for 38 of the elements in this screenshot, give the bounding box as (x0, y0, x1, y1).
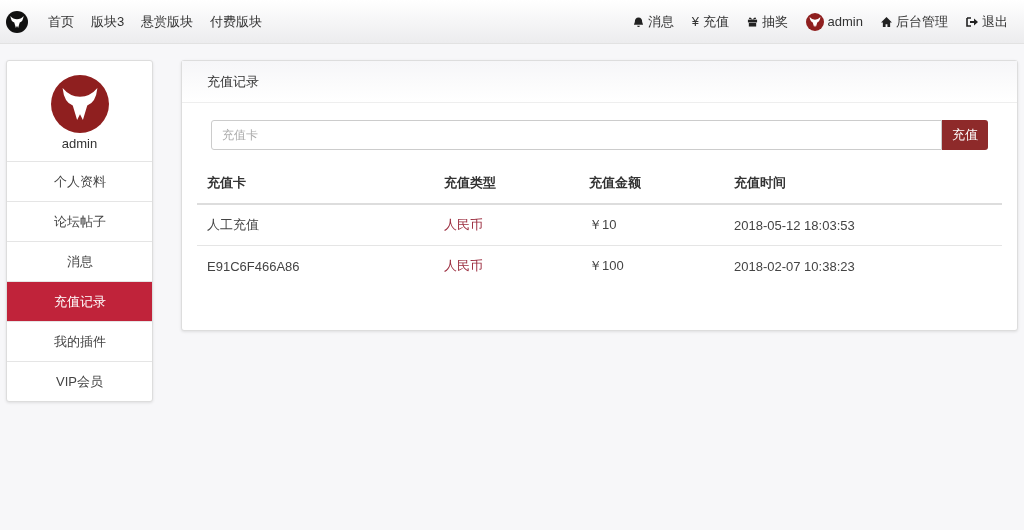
nav-link[interactable]: 消息 (632, 12, 674, 31)
column-header: 充值卡 (197, 163, 434, 204)
nav-link[interactable]: admin (805, 12, 863, 31)
nav-link[interactable]: 抽奖 (746, 12, 788, 31)
column-header: 充值金额 (579, 163, 724, 204)
logout-icon (966, 16, 978, 27)
sidebar-item[interactable]: 我的插件 (7, 321, 152, 361)
table-cell: ￥10 (579, 204, 724, 246)
sidebar-item[interactable]: 论坛帖子 (7, 201, 152, 241)
panel-title: 充值记录 (207, 72, 259, 91)
table-cell: 2018-05-12 18:03:53 (724, 204, 1002, 246)
nav-link[interactable]: 退出 (966, 12, 1008, 31)
nav-link[interactable]: 首页 (48, 12, 74, 31)
table-cell: 人工充值 (197, 204, 434, 246)
sidebar-item[interactable]: 充值记录 (7, 281, 152, 321)
home-icon (881, 16, 892, 27)
table-cell: 人民币 (434, 245, 579, 286)
table-cell: E91C6F466A86 (197, 245, 434, 286)
gift-icon (746, 16, 758, 27)
nav-link[interactable]: 后台管理 (881, 12, 948, 31)
recharge-button[interactable]: 充值 (942, 120, 988, 150)
nav-link[interactable]: 付费版块 (210, 12, 263, 31)
search-field[interactable]: 充值卡 (211, 120, 942, 150)
column-header: 充值时间 (724, 163, 1002, 204)
table-cell: 2018-02-07 10:38:23 (724, 245, 1002, 286)
bull-logo-icon (6, 10, 28, 33)
nav-link[interactable]: 悬赏版块 (141, 12, 194, 31)
table-cell: 人民币 (434, 204, 579, 246)
bell-icon (632, 15, 644, 28)
table-cell: ￥100 (579, 245, 724, 286)
sidebar-item[interactable]: VIP会员 (7, 361, 152, 401)
nav-link[interactable]: 版块3 (91, 12, 125, 31)
bull-logo-icon (805, 12, 824, 31)
username: admin (61, 136, 98, 151)
bull-logo-icon (50, 75, 109, 133)
sidebar-item[interactable]: 个人资料 (7, 161, 152, 201)
nav-link[interactable]: ¥ 充值 (691, 12, 729, 31)
column-header: 充值类型 (434, 163, 579, 204)
